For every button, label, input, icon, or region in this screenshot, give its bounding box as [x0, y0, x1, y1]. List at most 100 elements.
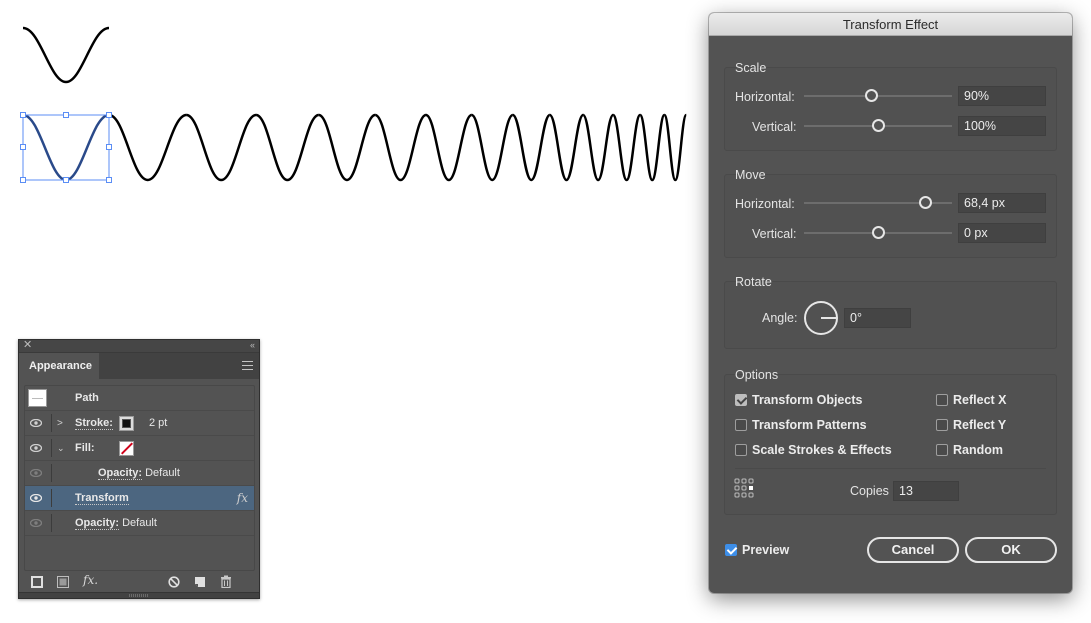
scale-horizontal-slider[interactable]	[804, 89, 952, 103]
appearance-row-transform[interactable]: Transform fx	[25, 486, 254, 511]
appearance-row-path[interactable]: Path	[25, 386, 254, 411]
reference-point-locator-icon[interactable]	[734, 478, 754, 498]
wave-copy-path	[318, 113, 376, 182]
wave-copy-path	[511, 113, 552, 182]
random-label: Random	[953, 443, 1003, 457]
slider-knob[interactable]	[864, 89, 878, 102]
collapse-panel-icon[interactable]: ‹‹	[250, 339, 255, 352]
checkbox-unchecked[interactable]	[735, 418, 747, 431]
collapse-chevron-icon[interactable]: ⌄	[57, 436, 65, 461]
appearance-row-opacity[interactable]: Opacity: Default	[25, 511, 254, 536]
appearance-row-fill-opacity[interactable]: Opacity: Default	[25, 461, 254, 486]
checkbox-checked[interactable]	[725, 543, 737, 556]
wave-copy-path	[663, 113, 688, 182]
visibility-eye-icon[interactable]	[30, 419, 42, 427]
move-vertical-slider[interactable]	[804, 226, 952, 240]
move-horizontal-input[interactable]: 68,4 px	[958, 193, 1046, 213]
add-stroke-icon[interactable]	[31, 576, 43, 588]
stroke-weight[interactable]: 2 pt	[149, 411, 167, 436]
appearance-panel: ✕ ‹‹ Appearance Path > Stroke: 2 pt ⌄ Fi…	[18, 339, 260, 599]
visibility-eye-icon[interactable]	[30, 444, 42, 452]
rotate-group: Rotate Angle: 0°	[724, 275, 1057, 349]
bbox-handle[interactable]	[20, 177, 26, 183]
slider-knob[interactable]	[872, 119, 885, 132]
move-vertical-label: Vertical:	[752, 227, 797, 241]
scale-vertical-input[interactable]: 100%	[958, 116, 1046, 136]
options-divider	[735, 468, 1046, 469]
copies-input[interactable]: 13	[893, 481, 959, 501]
transform-effect-label[interactable]: Transform	[75, 492, 129, 505]
close-icon[interactable]: ✕	[23, 339, 32, 352]
angle-input[interactable]: 0°	[844, 308, 911, 328]
selection-bounding-box[interactable]	[20, 112, 112, 183]
original-wave-path[interactable]	[22, 26, 110, 84]
panel-resize-grip[interactable]	[19, 592, 259, 598]
scale-horizontal-input[interactable]: 90%	[958, 86, 1046, 106]
appearance-row-stroke[interactable]: > Stroke: 2 pt	[25, 411, 254, 436]
reflect-x-label: Reflect X	[953, 393, 1007, 407]
wave-copy-path	[425, 113, 473, 182]
bbox-handle[interactable]	[106, 144, 112, 150]
cancel-button[interactable]: Cancel	[867, 537, 959, 563]
reflect-y-checkbox[interactable]: Reflect Y	[936, 418, 1006, 434]
fill-label: Fill:	[75, 442, 95, 454]
wave-copy-path	[185, 113, 257, 182]
move-group-title: Move	[735, 168, 766, 182]
bbox-handle[interactable]	[63, 112, 69, 118]
transform-objects-checkbox[interactable]: Transform Objects	[735, 393, 862, 409]
options-group-title: Options	[735, 368, 779, 382]
panel-title-bar[interactable]: ✕ ‹‹	[19, 339, 259, 353]
scale-vertical-slider[interactable]	[804, 119, 952, 133]
scale-group-title: Scale	[735, 61, 767, 75]
angle-dial[interactable]	[804, 301, 838, 335]
opacity-label[interactable]: Opacity:	[98, 467, 143, 480]
scale-strokes-checkbox[interactable]: Scale Strokes & Effects	[735, 443, 892, 459]
tab-appearance[interactable]: Appearance	[19, 353, 99, 379]
wave-copy-path	[548, 113, 585, 182]
checkbox-unchecked[interactable]	[936, 418, 948, 431]
bbox-handle[interactable]	[20, 144, 26, 150]
move-vertical-input[interactable]: 0 px	[958, 223, 1046, 243]
move-group: Move Horizontal: 68,4 px Vertical: 0 px	[724, 168, 1057, 258]
move-horizontal-slider[interactable]	[804, 196, 952, 210]
add-fill-icon[interactable]	[57, 576, 69, 588]
expand-chevron-icon[interactable]: >	[57, 411, 63, 436]
rotate-group-title: Rotate	[735, 275, 772, 289]
checkbox-checked[interactable]	[735, 393, 747, 406]
visibility-eye-icon[interactable]	[30, 519, 42, 527]
bbox-handle[interactable]	[63, 177, 69, 183]
duplicate-item-icon[interactable]	[194, 576, 206, 588]
ok-button[interactable]: OK	[965, 537, 1057, 563]
stroke-label[interactable]: Stroke:	[75, 417, 113, 430]
clear-appearance-icon[interactable]	[168, 576, 180, 588]
stroke-color-swatch[interactable]	[119, 416, 134, 431]
transformed-wave-copies	[108, 113, 688, 182]
checkbox-unchecked[interactable]	[735, 443, 747, 456]
panel-menu-icon[interactable]	[242, 361, 253, 370]
scale-group: Scale Horizontal: 90% Vertical: 100%	[724, 61, 1057, 151]
slider-knob[interactable]	[872, 226, 885, 239]
wave-copy-path	[581, 113, 615, 182]
transform-patterns-checkbox[interactable]: Transform Patterns	[735, 418, 867, 434]
delete-icon[interactable]	[220, 575, 232, 588]
bbox-handle[interactable]	[106, 177, 112, 183]
fx-icon: fx	[236, 491, 248, 505]
transform-patterns-label: Transform Patterns	[752, 418, 867, 432]
visibility-eye-icon[interactable]	[30, 494, 42, 502]
bbox-handle[interactable]	[20, 112, 26, 118]
visibility-eye-icon[interactable]	[30, 469, 42, 477]
opacity-label[interactable]: Opacity:	[75, 517, 120, 530]
random-checkbox[interactable]: Random	[936, 443, 1003, 459]
bbox-handle[interactable]	[106, 112, 112, 118]
move-horizontal-label: Horizontal:	[735, 197, 795, 211]
artboard-canvas[interactable]	[0, 0, 710, 230]
preview-checkbox[interactable]: Preview	[725, 543, 789, 559]
fx-menu-icon[interactable]: fx.	[83, 573, 98, 587]
dialog-title[interactable]: Transform Effect	[709, 13, 1072, 36]
appearance-row-fill[interactable]: ⌄ Fill:	[25, 436, 254, 461]
reflect-x-checkbox[interactable]: Reflect X	[936, 393, 1007, 409]
slider-knob[interactable]	[919, 196, 933, 209]
checkbox-unchecked[interactable]	[936, 393, 948, 406]
fill-none-swatch[interactable]	[119, 441, 134, 456]
checkbox-unchecked[interactable]	[936, 443, 948, 456]
